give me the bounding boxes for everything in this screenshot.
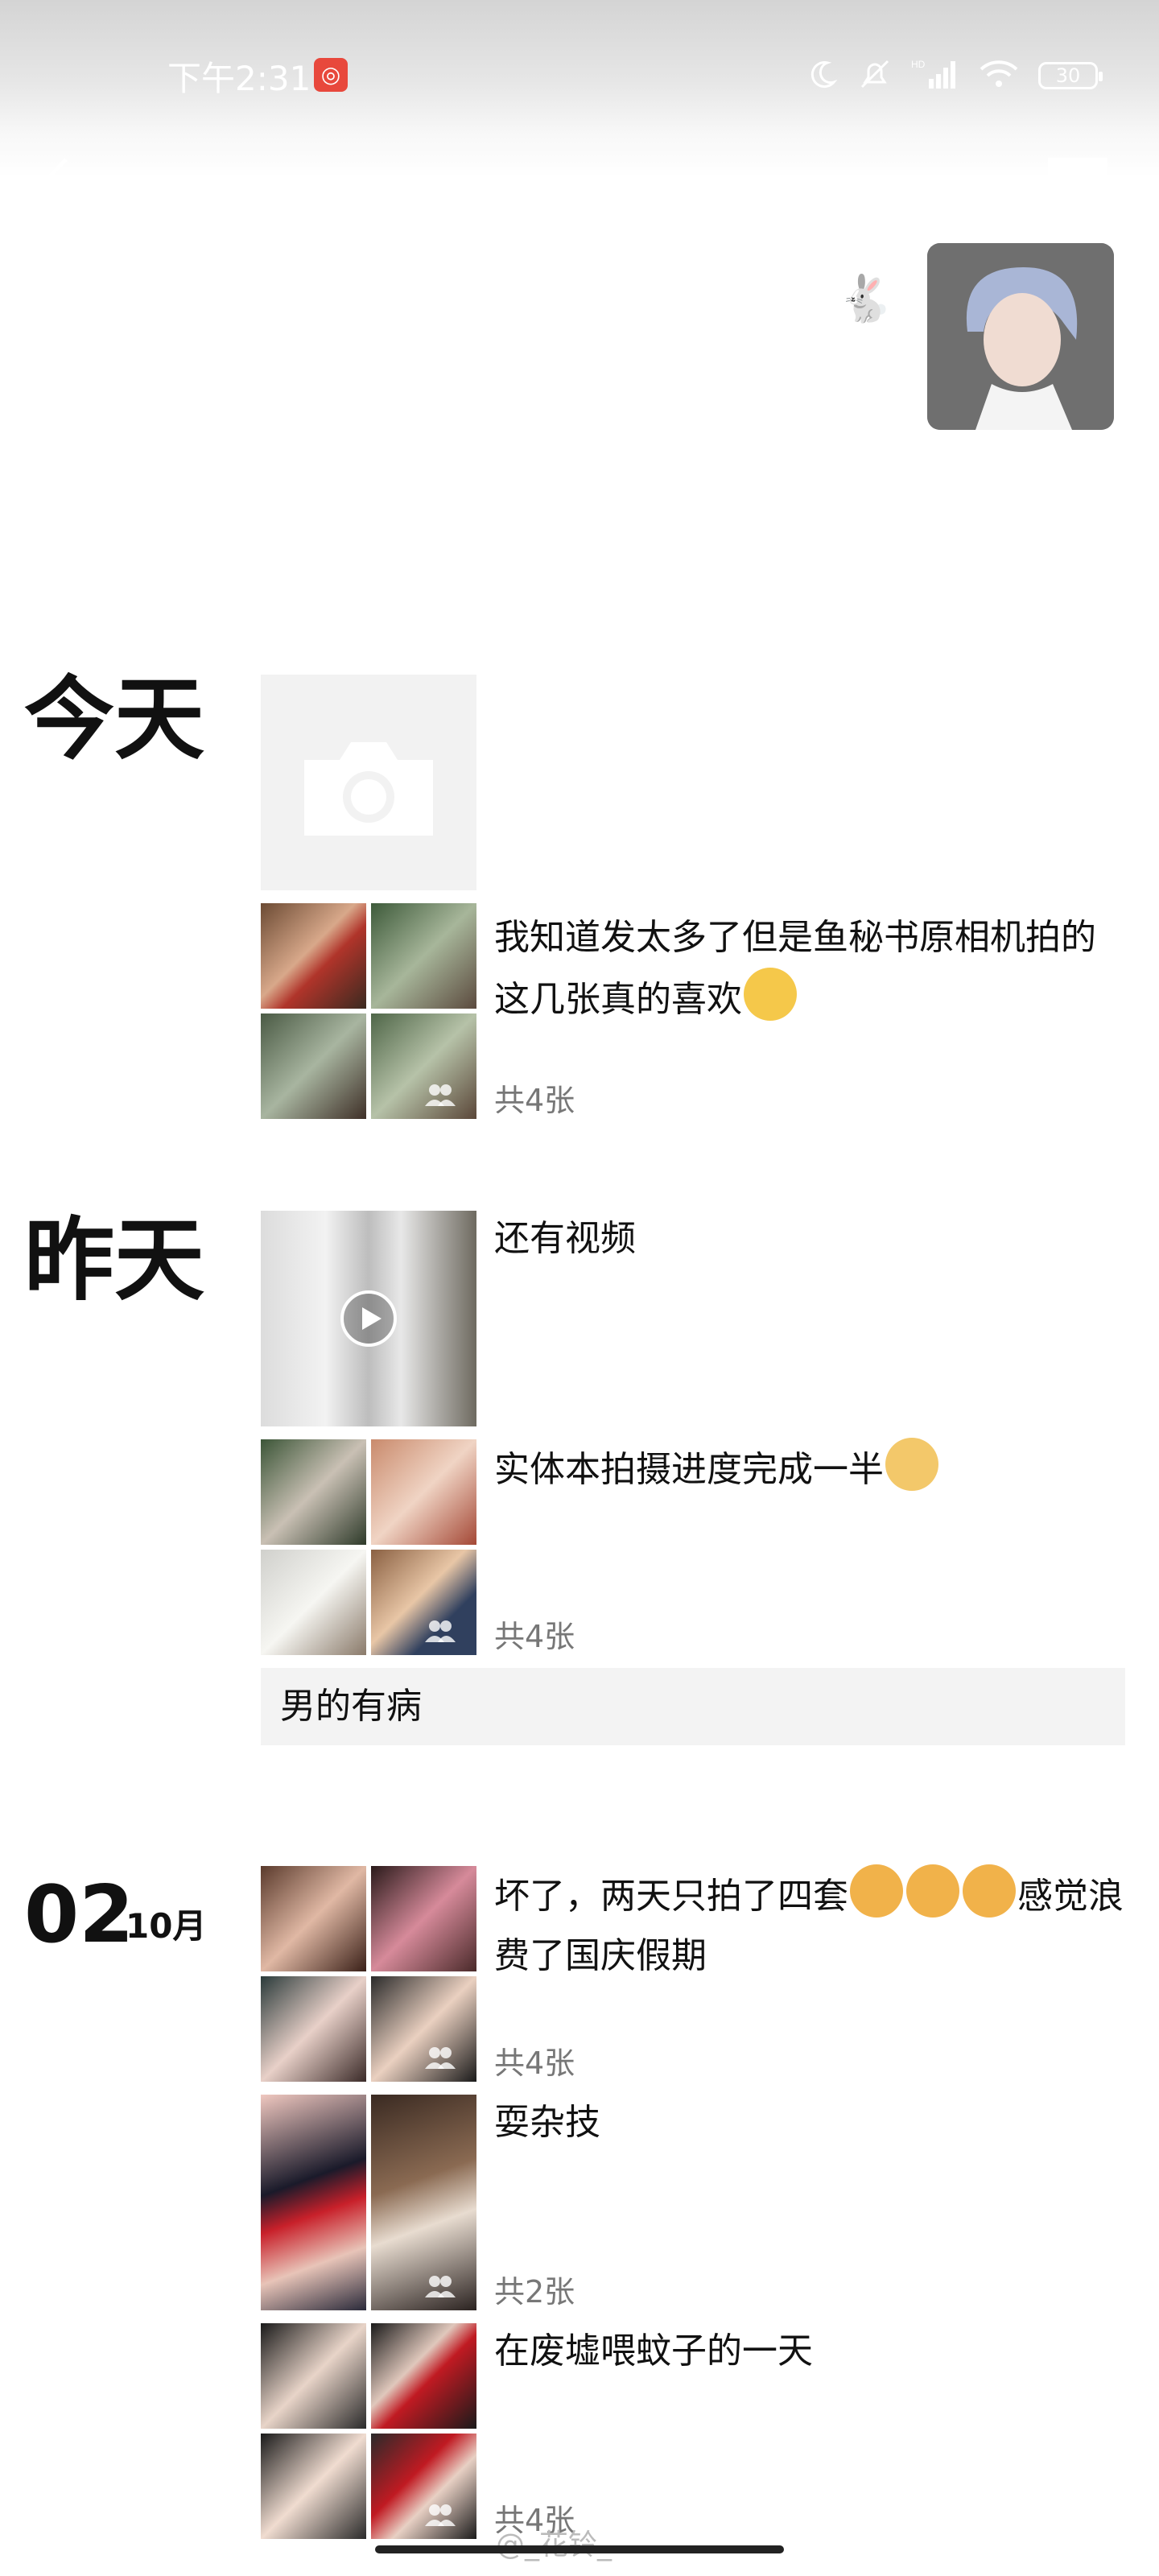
post-thumbnail-grid[interactable]	[261, 903, 476, 1119]
add-photo-placeholder[interactable]	[261, 675, 476, 890]
date-today: 今天	[24, 667, 204, 772]
multi-image-icon	[425, 1620, 456, 1642]
emoji-sticker	[963, 1864, 1016, 1918]
post-thumbnail-grid[interactable]	[261, 1866, 476, 2082]
photo-count: 共4张	[494, 1619, 575, 1654]
post-text[interactable]: 我知道发太多了但是鱼秘书原相机拍的这几张真的喜欢	[494, 908, 1130, 1030]
home-indicator[interactable]	[375, 2545, 784, 2553]
chevron-left-icon	[42, 158, 68, 204]
avatar[interactable]	[927, 243, 1114, 430]
netease-music-icon: ◎	[314, 58, 348, 92]
emoji-sticker	[906, 1864, 959, 1918]
multi-image-icon	[425, 2047, 456, 2069]
video-thumbnail[interactable]	[261, 1211, 476, 1426]
moon-icon	[806, 58, 839, 93]
post-thumbnail-grid[interactable]	[261, 1439, 476, 1655]
post-thumbnail-grid[interactable]	[261, 2323, 476, 2539]
post-text[interactable]: 坏了，两天只拍了四套 感觉浪费了国庆假期	[494, 1864, 1130, 1986]
multi-image-icon	[425, 1084, 456, 1106]
emoji-sticker	[850, 1864, 903, 1918]
svg-text:HD: HD	[911, 59, 926, 70]
photo-count: 共2张	[494, 2274, 575, 2310]
photo-count: 共4张	[494, 2046, 575, 2081]
rabbit-sticker: 🐇	[837, 273, 893, 325]
emoji-sticker	[744, 968, 797, 1021]
camera-icon	[304, 742, 433, 836]
text-post[interactable]: 男的有病	[261, 1668, 1125, 1745]
date-month: 10月	[126, 1906, 207, 1946]
post-thumbnail-grid[interactable]	[261, 2095, 476, 2310]
photo-count: 共4张	[494, 1083, 575, 1118]
comment-button[interactable]	[1045, 155, 1111, 211]
post-text[interactable]: 实体本拍摄进度完成一半	[494, 1438, 1130, 1500]
status-time: 下午2:31	[167, 59, 311, 98]
bell-muted-icon	[857, 56, 893, 95]
battery-icon: 30	[1038, 62, 1103, 89]
watermark: @_花铃_	[496, 2521, 612, 2563]
post-text[interactable]: 在废墟喂蚊子的一天	[494, 2322, 1130, 2381]
date-day: 02	[24, 1869, 134, 1961]
date-yesterday: 昨天	[24, 1208, 204, 1313]
multi-image-icon	[425, 2504, 456, 2526]
status-bar: 下午2:31 ◎ HD 30	[0, 48, 1159, 105]
signal-icon: HD	[911, 58, 959, 93]
multi-image-icon	[425, 2276, 456, 2297]
comment-icon	[1048, 158, 1107, 206]
post-text[interactable]: 耍杂技	[494, 2093, 1130, 2153]
status-icons: HD 30	[792, 56, 1103, 98]
back-button[interactable]	[35, 153, 84, 209]
post-text[interactable]: 还有视频	[494, 1209, 1130, 1269]
play-icon	[340, 1290, 397, 1347]
cat-emoji-sticker	[885, 1438, 938, 1491]
wifi-icon	[978, 58, 1020, 93]
